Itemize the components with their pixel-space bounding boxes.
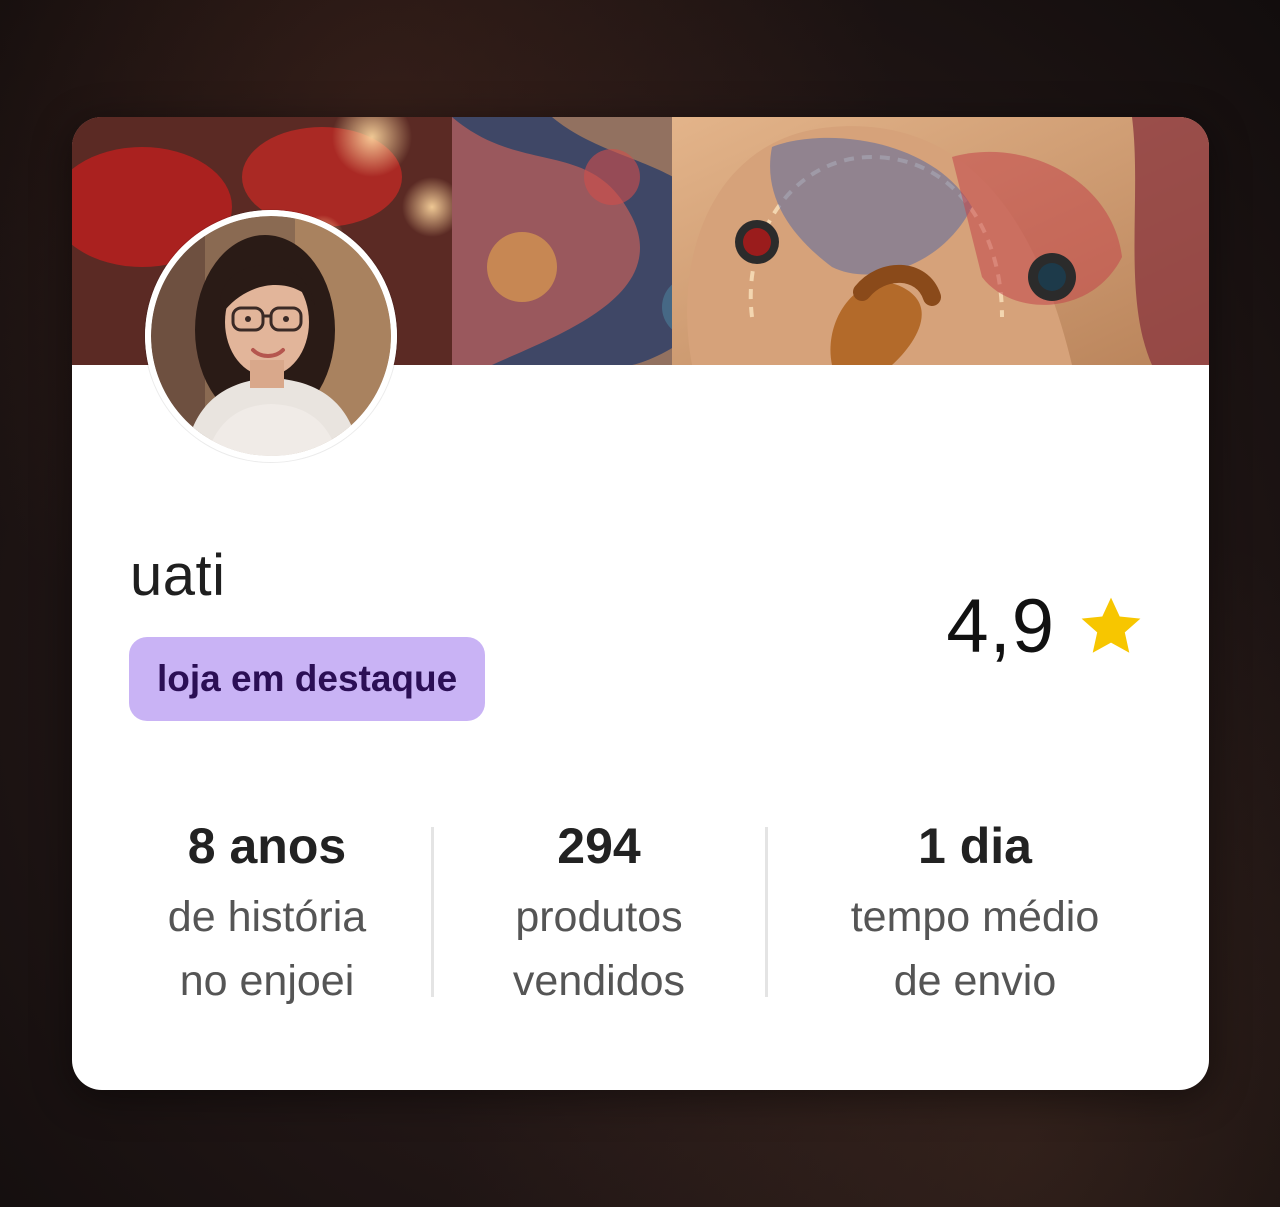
shop-avatar[interactable] bbox=[145, 210, 397, 462]
stat-label-line1: tempo médio bbox=[850, 893, 1100, 941]
stats-divider bbox=[431, 827, 434, 997]
stat-value: 1 dia bbox=[918, 818, 1032, 874]
rating-value: 4,9 bbox=[946, 584, 1055, 669]
shop-profile-card: uati loja em destaque 4,9 8 anos de hist… bbox=[72, 117, 1209, 1090]
shop-rating: 4,9 bbox=[946, 583, 1147, 670]
star-icon bbox=[1081, 597, 1141, 653]
shop-name: uati bbox=[130, 543, 226, 608]
stat-value: 294 bbox=[557, 818, 641, 874]
stat-label-line1: de história bbox=[167, 893, 367, 941]
stat-history: 8 anos de história no enjoei bbox=[112, 807, 422, 1013]
stat-products-sold: 294 produtos vendidos bbox=[444, 807, 754, 1013]
stat-label-line2: vendidos bbox=[512, 957, 686, 1005]
stat-value: 8 anos bbox=[187, 818, 347, 874]
shop-stats: 8 anos de história no enjoei 294 produto… bbox=[72, 807, 1209, 1027]
stats-divider bbox=[765, 827, 768, 997]
featured-store-badge: loja em destaque bbox=[129, 637, 486, 721]
stat-shipping-time: 1 dia tempo médio de envio bbox=[805, 807, 1145, 1013]
stat-label-line2: no enjoei bbox=[179, 957, 355, 1005]
stat-label-line2: de envio bbox=[893, 957, 1057, 1005]
stat-label-line1: produtos bbox=[515, 893, 683, 941]
